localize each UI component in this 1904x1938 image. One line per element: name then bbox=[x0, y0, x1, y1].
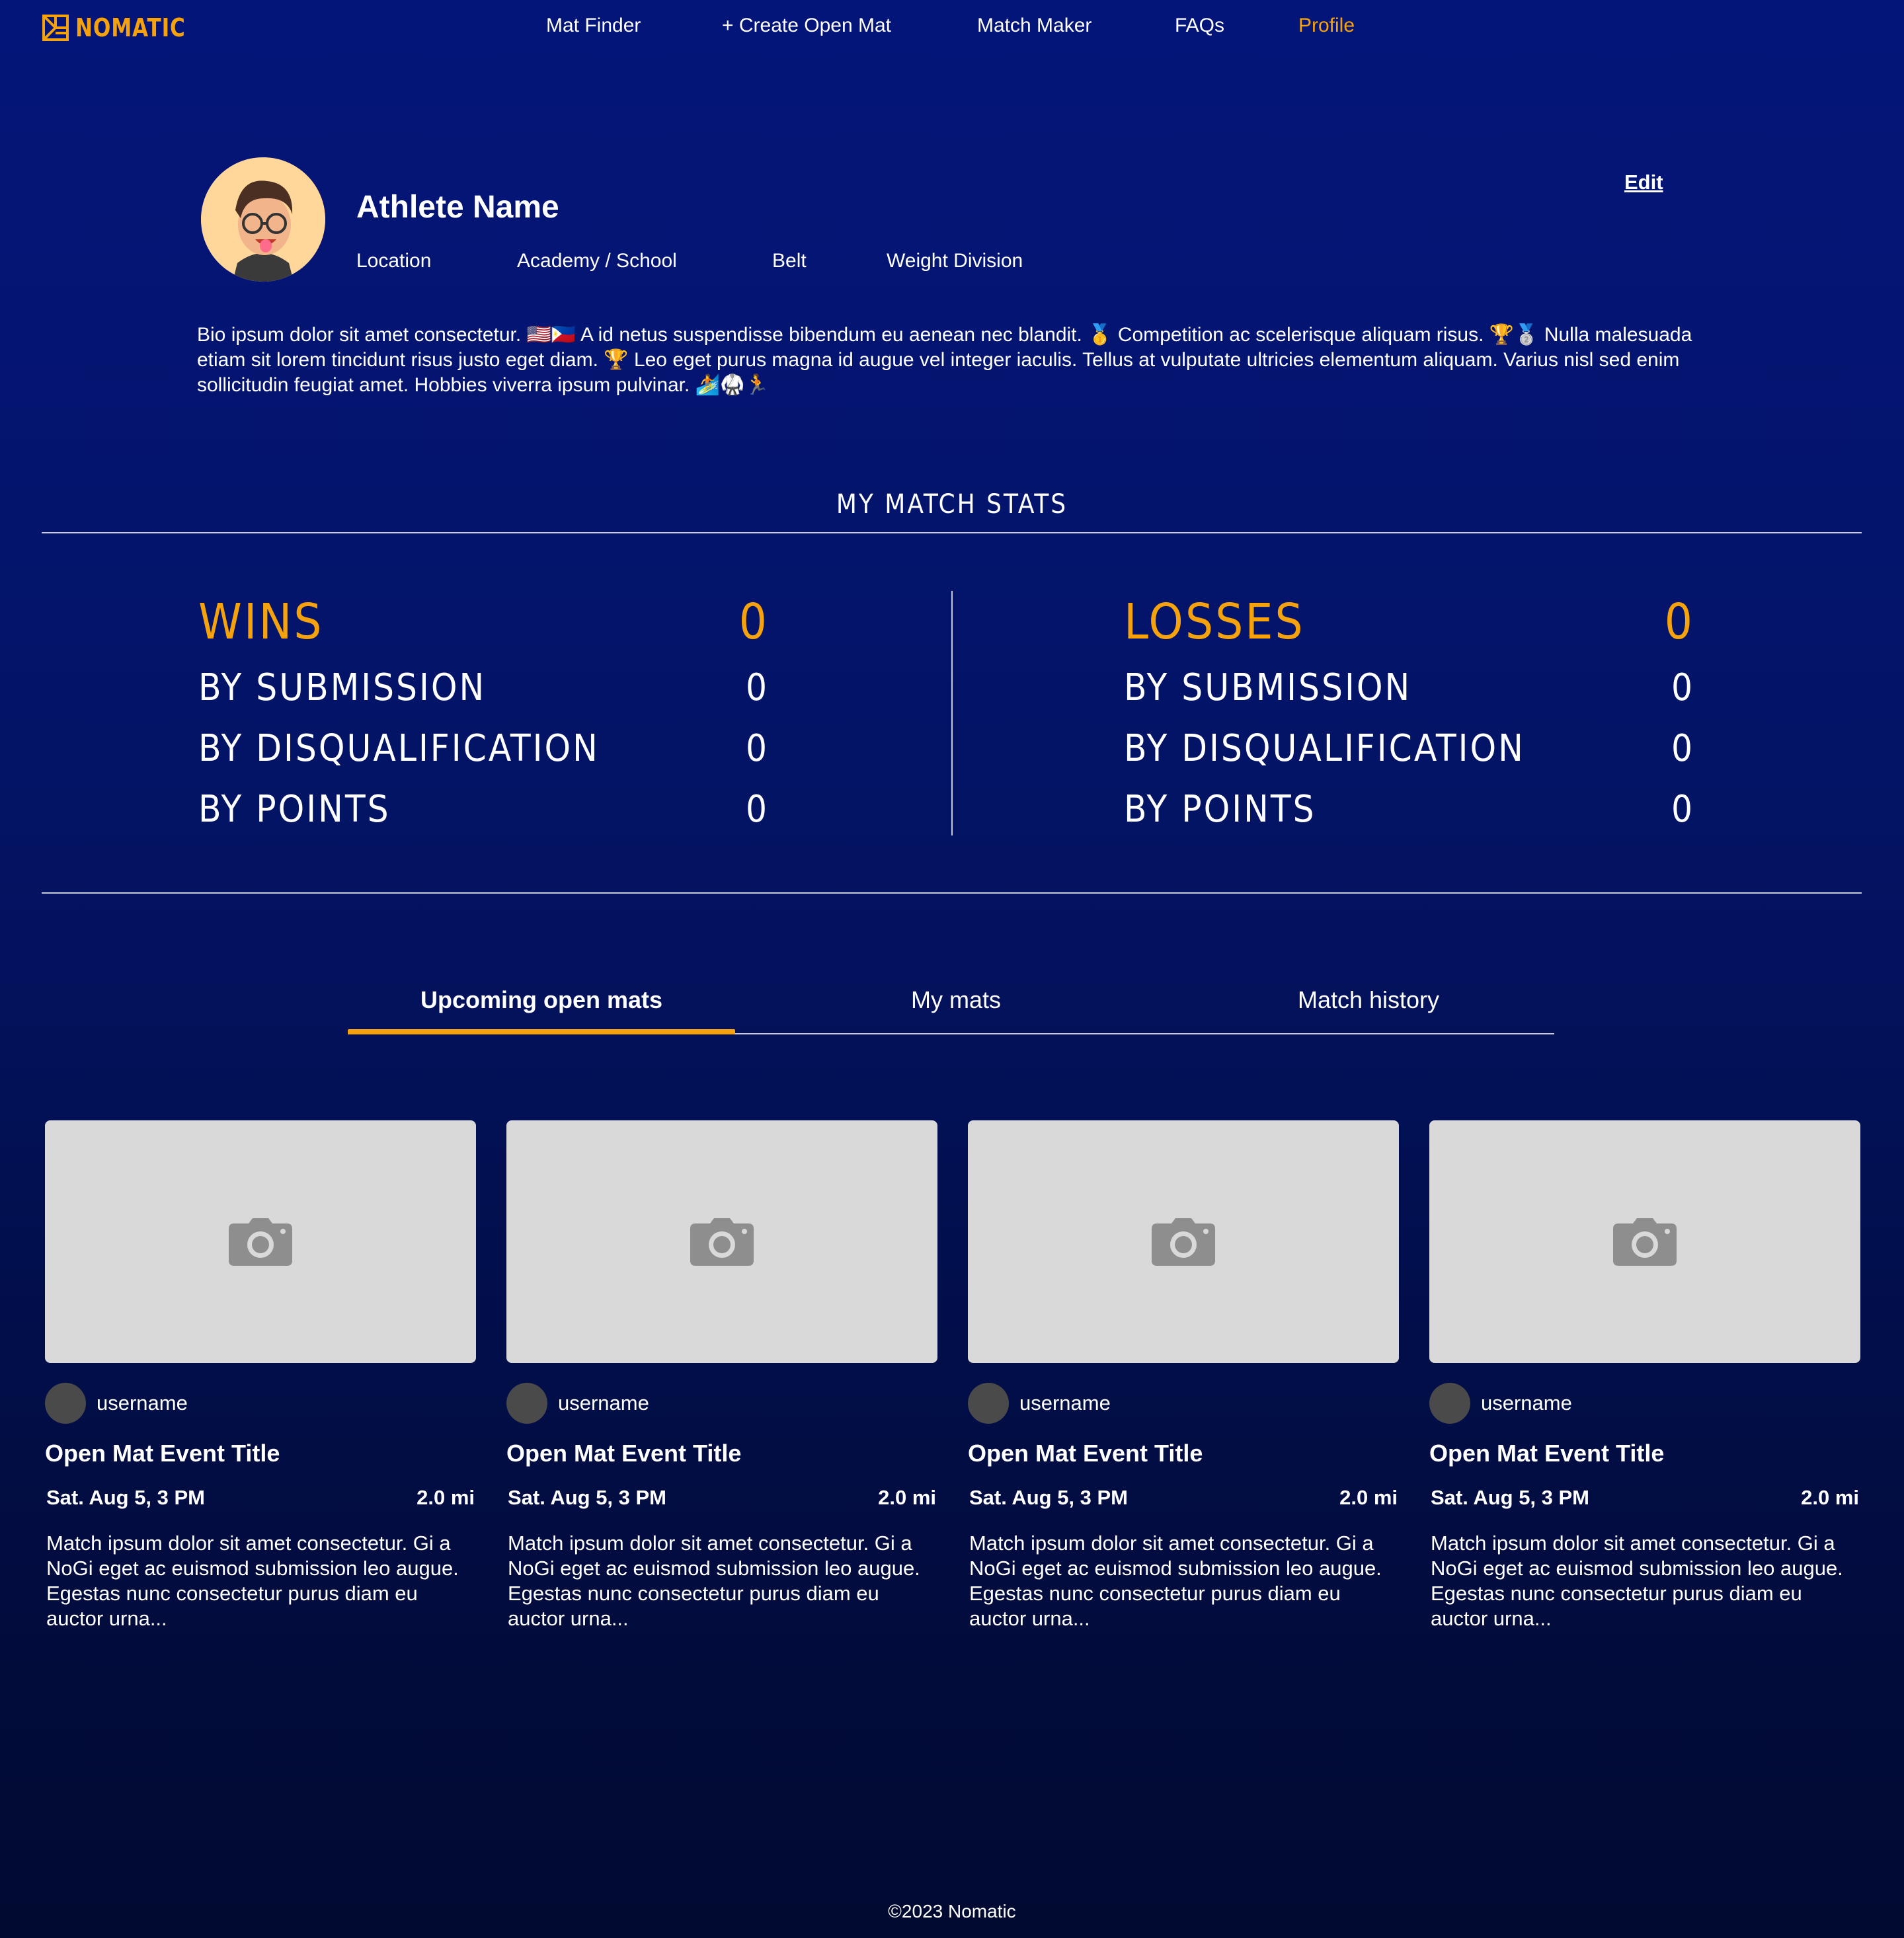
card-title: Open Mat Event Title bbox=[1429, 1440, 1665, 1467]
brand-name: NOMATIC bbox=[75, 13, 186, 42]
losses-points-value: 0 bbox=[1671, 788, 1692, 831]
tab-upcoming-open-mats[interactable]: Upcoming open mats bbox=[348, 986, 735, 1014]
card-user: username bbox=[1429, 1383, 1860, 1424]
card-image-placeholder bbox=[45, 1120, 476, 1363]
card-meta: Sat. Aug 5, 3 PM 2.0 mi bbox=[45, 1486, 476, 1510]
wins-disqualification-label: BY DISQUALIFICATION bbox=[198, 727, 600, 770]
wins-submission-value: 0 bbox=[745, 666, 767, 709]
card-meta: Sat. Aug 5, 3 PM 2.0 mi bbox=[1429, 1486, 1860, 1510]
card-user: username bbox=[968, 1383, 1399, 1424]
card-username: username bbox=[97, 1391, 188, 1415]
card-date: Sat. Aug 5, 3 PM bbox=[508, 1486, 667, 1509]
card-distance: 2.0 mi bbox=[1801, 1486, 1859, 1509]
nav-link-create-open-mat[interactable]: + Create Open Mat bbox=[722, 15, 891, 37]
nav-link-faqs[interactable]: FAQs bbox=[1175, 15, 1224, 37]
stats-center-divider bbox=[951, 591, 953, 835]
card-description: Match ipsum dolor sit amet consectetur. … bbox=[1431, 1531, 1843, 1630]
nav-link-mat-finder[interactable]: Mat Finder bbox=[546, 15, 641, 37]
match-stats-title: MY MATCH STATS bbox=[836, 489, 1068, 520]
edit-profile-link[interactable]: Edit bbox=[1624, 171, 1663, 194]
profile-weight-division: Weight Division bbox=[887, 250, 1023, 272]
losses-submission-value: 0 bbox=[1671, 666, 1692, 709]
card-title: Open Mat Event Title bbox=[506, 1440, 742, 1467]
stats-bottom-divider bbox=[42, 892, 1862, 894]
card-user: username bbox=[506, 1383, 937, 1424]
card-distance: 2.0 mi bbox=[878, 1486, 936, 1509]
wins-label: WINS bbox=[198, 594, 324, 650]
nav-link-match-maker[interactable]: Match Maker bbox=[977, 15, 1091, 37]
card-image-placeholder bbox=[506, 1120, 937, 1363]
card-username: username bbox=[558, 1391, 649, 1415]
card-image-placeholder bbox=[1429, 1120, 1860, 1363]
card-description: Match ipsum dolor sit amet consectetur. … bbox=[46, 1531, 459, 1630]
card-distance: 2.0 mi bbox=[416, 1486, 475, 1509]
camera-icon bbox=[690, 1218, 754, 1266]
profile-location: Location bbox=[356, 250, 432, 272]
tab-match-history[interactable]: Match history bbox=[1190, 986, 1547, 1014]
wins-points-label: BY POINTS bbox=[198, 788, 391, 831]
user-avatar bbox=[968, 1383, 1009, 1424]
losses-value: 0 bbox=[1664, 594, 1692, 650]
user-avatar bbox=[45, 1383, 86, 1424]
wins-submission-label: BY SUBMISSION bbox=[198, 666, 487, 709]
losses-points-label: BY POINTS bbox=[1124, 788, 1316, 831]
stats-top-divider bbox=[42, 532, 1862, 533]
card-date: Sat. Aug 5, 3 PM bbox=[1431, 1486, 1590, 1509]
user-avatar bbox=[1429, 1383, 1470, 1424]
wins-disqualification-value: 0 bbox=[745, 727, 767, 770]
avatar bbox=[201, 157, 325, 282]
camera-icon bbox=[1152, 1218, 1215, 1266]
tab-my-mats[interactable]: My mats bbox=[793, 986, 1119, 1014]
profile-academy: Academy / School bbox=[517, 250, 677, 272]
profile-belt: Belt bbox=[772, 250, 807, 272]
card-username: username bbox=[1019, 1391, 1111, 1415]
card-date: Sat. Aug 5, 3 PM bbox=[46, 1486, 206, 1509]
avatar-face-icon bbox=[201, 157, 325, 282]
footer-copyright: ©2023 Nomatic bbox=[888, 1901, 1016, 1921]
user-avatar bbox=[506, 1383, 547, 1424]
card-meta: Sat. Aug 5, 3 PM 2.0 mi bbox=[968, 1486, 1399, 1510]
athlete-name: Athlete Name bbox=[356, 190, 559, 225]
card-description: Match ipsum dolor sit amet consectetur. … bbox=[508, 1531, 920, 1630]
card-image-placeholder bbox=[968, 1120, 1399, 1363]
nav-link-profile[interactable]: Profile bbox=[1298, 15, 1355, 37]
losses-disqualification-label: BY DISQUALIFICATION bbox=[1124, 727, 1525, 770]
profile-bio: Bio ipsum dolor sit amet consectetur. 🇺🇸… bbox=[197, 324, 1692, 396]
card-username: username bbox=[1481, 1391, 1572, 1415]
brand-logo[interactable]: NOMATIC bbox=[42, 13, 210, 42]
card-meta: Sat. Aug 5, 3 PM 2.0 mi bbox=[506, 1486, 937, 1510]
wins-points-value: 0 bbox=[745, 788, 767, 831]
card-description: Match ipsum dolor sit amet consectetur. … bbox=[969, 1531, 1382, 1630]
card-distance: 2.0 mi bbox=[1339, 1486, 1398, 1509]
open-mat-card[interactable]: username Open Mat Event Title Sat. Aug 5… bbox=[968, 1120, 1399, 1631]
card-user: username bbox=[45, 1383, 476, 1424]
card-date: Sat. Aug 5, 3 PM bbox=[969, 1486, 1129, 1509]
wins-value: 0 bbox=[738, 594, 767, 650]
active-tab-indicator bbox=[348, 1029, 735, 1034]
open-mat-card[interactable]: username Open Mat Event Title Sat. Aug 5… bbox=[506, 1120, 937, 1631]
camera-icon bbox=[1613, 1218, 1677, 1266]
open-mat-card[interactable]: username Open Mat Event Title Sat. Aug 5… bbox=[1429, 1120, 1860, 1631]
card-title: Open Mat Event Title bbox=[968, 1440, 1203, 1467]
open-mat-card[interactable]: username Open Mat Event Title Sat. Aug 5… bbox=[45, 1120, 476, 1631]
nomatic-logo-icon bbox=[42, 15, 69, 41]
card-title: Open Mat Event Title bbox=[45, 1440, 280, 1467]
top-nav: NOMATIC Mat Finder + Create Open Mat Mat… bbox=[0, 0, 1904, 56]
losses-label: LOSSES bbox=[1124, 594, 1305, 650]
camera-icon bbox=[229, 1218, 292, 1266]
losses-disqualification-value: 0 bbox=[1671, 727, 1692, 770]
losses-submission-label: BY SUBMISSION bbox=[1124, 666, 1412, 709]
